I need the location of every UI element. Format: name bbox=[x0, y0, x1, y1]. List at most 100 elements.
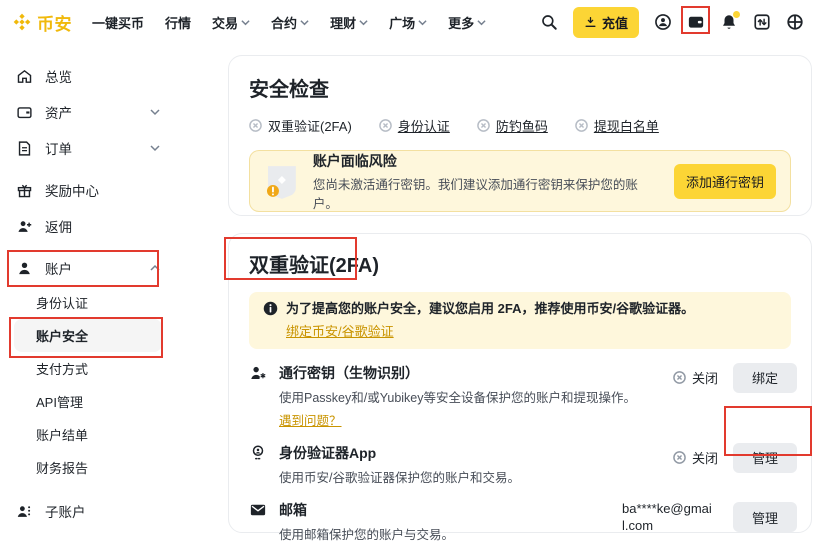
shield-risk-icon bbox=[264, 161, 300, 201]
wallet-icon bbox=[16, 104, 33, 121]
check-item-2fa[interactable]: 双重验证(2FA) bbox=[249, 116, 352, 135]
authenticator-texts: 身份验证器App 使用币安/谷歌验证器保护您的账户和交易。 bbox=[279, 443, 520, 486]
two-factor-notice: 为了提高您的账户安全，建议您启用 2FA，推荐使用币安/谷歌验证器。 绑定币安/… bbox=[249, 292, 791, 349]
email-title: 邮箱 bbox=[279, 500, 454, 520]
globe-language-icon[interactable] bbox=[786, 13, 804, 31]
download-icon bbox=[584, 16, 597, 29]
check-item-identity[interactable]: 身份认证 bbox=[379, 116, 450, 135]
nav-futures[interactable]: 合约 bbox=[271, 13, 309, 32]
security-row-authenticator: 身份验证器App 使用币安/谷歌验证器保护您的账户和交易。 关闭 管理 bbox=[249, 443, 797, 486]
notification-dot bbox=[733, 11, 740, 18]
home-icon bbox=[16, 68, 33, 85]
binance-logo[interactable]: 币安 bbox=[12, 10, 72, 35]
authenticator-description: 使用币安/谷歌验证器保护您的账户和交易。 bbox=[279, 467, 520, 486]
sidebar-item-assets[interactable]: 资产 bbox=[16, 94, 160, 130]
chevron-down-icon bbox=[300, 18, 309, 27]
referral-person-plus-icon bbox=[16, 218, 33, 235]
authenticator-manage-button[interactable]: 管理 bbox=[733, 443, 797, 473]
passkey-status-label: 关闭 bbox=[692, 368, 718, 387]
security-row-passkey: 通行密钥（生物识别） 使用Passkey和/或Yubikey等安全设备保护您的账… bbox=[249, 363, 797, 429]
circle-x-icon bbox=[673, 451, 686, 464]
sidebar-item-orders[interactable]: 订单 bbox=[16, 130, 160, 166]
primary-nav: 一键买币 行情 交易 合约 理财 广场 更多 bbox=[92, 13, 486, 32]
passkey-icon bbox=[249, 364, 267, 382]
security-check-card: 安全检查 双重验证(2FA) 身份认证 防钓鱼码 bbox=[228, 55, 812, 216]
sidebar-subitem-account-security[interactable]: 账户安全 bbox=[14, 319, 162, 352]
chevron-down-icon bbox=[150, 107, 160, 117]
passkey-title: 通行密钥（生物识别） bbox=[279, 363, 636, 383]
search-icon[interactable] bbox=[540, 13, 558, 31]
brand-name: 币安 bbox=[37, 10, 72, 35]
risk-warning-description: 您尚未激活通行密钥。我们建议添加通行密钥来保护您的账户。 bbox=[313, 174, 661, 212]
top-navbar: 币安 一键买币 行情 交易 合约 理财 广场 更多 充值 bbox=[0, 0, 816, 44]
circle-x-icon bbox=[477, 119, 490, 132]
chevron-up-icon bbox=[150, 263, 160, 273]
authenticator-status: 关闭 bbox=[673, 448, 718, 467]
deposit-button[interactable]: 充值 bbox=[573, 7, 639, 38]
notice-text: 为了提高您的账户安全，建议您启用 2FA，推荐使用币安/谷歌验证器。 bbox=[286, 300, 694, 319]
authenticator-app-icon bbox=[249, 444, 267, 462]
circle-x-icon bbox=[249, 119, 262, 132]
nav-markets[interactable]: 行情 bbox=[165, 13, 191, 32]
sidebar-item-account[interactable]: 账户 bbox=[16, 250, 160, 286]
circle-x-icon bbox=[575, 119, 588, 132]
check-item-antiphishing[interactable]: 防钓鱼码 bbox=[477, 116, 548, 135]
email-description: 使用邮箱保护您的账户与交易。 bbox=[279, 524, 454, 543]
binance-diamond-icon bbox=[12, 12, 32, 32]
sidebar-item-subaccounts[interactable]: 子账户 bbox=[16, 493, 160, 529]
nav-more[interactable]: 更多 bbox=[448, 13, 486, 32]
sidebar-subitem-payment-methods[interactable]: 支付方式 bbox=[14, 352, 162, 385]
nav-square[interactable]: 广场 bbox=[389, 13, 427, 32]
sidebar-item-overview[interactable]: 总览 bbox=[16, 58, 160, 94]
authenticator-status-label: 关闭 bbox=[692, 448, 718, 467]
security-check-title: 安全检查 bbox=[249, 73, 791, 102]
two-factor-title: 双重验证(2FA) bbox=[249, 249, 797, 278]
nav-trade[interactable]: 交易 bbox=[212, 13, 250, 32]
email-manage-button[interactable]: 管理 bbox=[733, 502, 797, 532]
nav-buy-crypto[interactable]: 一键买币 bbox=[92, 13, 144, 32]
chevron-down-icon bbox=[359, 18, 368, 27]
risk-warning-title: 账户面临风险 bbox=[313, 151, 661, 171]
email-texts: 邮箱 使用邮箱保护您的账户与交易。 bbox=[279, 500, 454, 543]
authenticator-title: 身份验证器App bbox=[279, 443, 520, 463]
sidebar: 总览 资产 订单 奖励中心 返佣 bbox=[0, 44, 220, 520]
subaccount-icon bbox=[16, 503, 33, 520]
risk-warning-texts: 账户面临风险 您尚未激活通行密钥。我们建议添加通行密钥来保护您的账户。 bbox=[313, 151, 661, 212]
chevron-down-icon bbox=[241, 18, 250, 27]
header-actions: 充值 bbox=[540, 7, 804, 38]
bind-authenticator-link[interactable]: 绑定币安/谷歌验证 bbox=[286, 321, 394, 340]
check-item-withdrawal-whitelist[interactable]: 提现白名单 bbox=[575, 116, 659, 135]
nav-earn[interactable]: 理财 bbox=[330, 13, 368, 32]
email-masked-value: ba****ke@gmail.com bbox=[622, 500, 718, 535]
order-document-icon bbox=[16, 140, 33, 157]
circle-x-icon bbox=[379, 119, 392, 132]
sidebar-item-referral[interactable]: 返佣 bbox=[16, 208, 160, 244]
sidebar-subitem-identity-verification[interactable]: 身份认证 bbox=[14, 286, 162, 319]
profile-icon[interactable] bbox=[654, 13, 672, 31]
risk-warning-banner: 账户面临风险 您尚未激活通行密钥。我们建议添加通行密钥来保护您的账户。 添加通行… bbox=[249, 150, 791, 212]
chevron-down-icon bbox=[150, 143, 160, 153]
circle-x-icon bbox=[673, 371, 686, 384]
transfer-icon[interactable] bbox=[753, 13, 771, 31]
add-passkey-button[interactable]: 添加通行密钥 bbox=[674, 164, 776, 199]
info-icon bbox=[263, 301, 278, 316]
chevron-down-icon bbox=[418, 18, 427, 27]
mail-icon bbox=[249, 501, 267, 519]
gift-icon bbox=[16, 182, 33, 199]
security-check-items: 双重验证(2FA) 身份认证 防钓鱼码 提现白名单 bbox=[249, 116, 791, 135]
sidebar-item-rewards-hub[interactable]: 奖励中心 bbox=[16, 172, 160, 208]
passkey-texts: 通行密钥（生物识别） 使用Passkey和/或Yubikey等安全设备保护您的账… bbox=[279, 363, 636, 429]
passkey-status: 关闭 bbox=[673, 368, 718, 387]
sidebar-subitem-account-statement[interactable]: 账户结单 bbox=[14, 418, 162, 451]
security-row-email: 邮箱 使用邮箱保护您的账户与交易。 ba****ke@gmail.com 管理 bbox=[249, 500, 797, 543]
notifications[interactable] bbox=[720, 13, 738, 31]
two-factor-card: 双重验证(2FA) 为了提高您的账户安全，建议您启用 2FA，推荐使用币安/谷歌… bbox=[228, 233, 812, 533]
chevron-down-icon bbox=[477, 18, 486, 27]
passkey-bind-button[interactable]: 绑定 bbox=[733, 363, 797, 393]
wallet-icon[interactable] bbox=[687, 13, 705, 31]
sidebar-subitem-api-management[interactable]: API管理 bbox=[14, 385, 162, 418]
sidebar-subitem-financial-reports[interactable]: 财务报告 bbox=[14, 451, 162, 484]
passkey-help-link[interactable]: 遇到问题？ bbox=[279, 410, 636, 429]
passkey-description: 使用Passkey和/或Yubikey等安全设备保护您的账户和提现操作。 bbox=[279, 387, 636, 406]
person-icon bbox=[16, 260, 33, 277]
